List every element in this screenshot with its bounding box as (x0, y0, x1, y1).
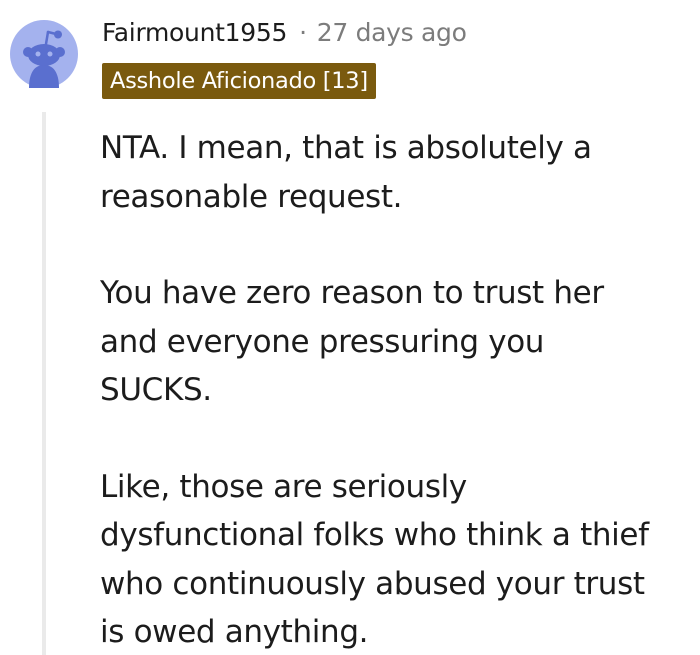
username-link[interactable]: Fairmount1955 (102, 18, 287, 47)
text-line: SUCKS. (100, 372, 212, 408)
text-line: You have zero reason to trust her (100, 275, 604, 311)
comment-paragraph: You have zero reason to trust her and ev… (100, 269, 695, 415)
text-line: Like, those are seriously (100, 468, 467, 505)
comment-meta: Fairmount1955 · 27 days ago (102, 12, 467, 52)
comment: Fairmount1955 · 27 days ago Asshole Afic… (0, 0, 700, 655)
text-line: and everyone pressuring you (100, 323, 545, 360)
comment-timestamp[interactable]: 27 days ago (317, 18, 467, 47)
meta-separator: · (299, 17, 307, 47)
text-line: who continuously abused your trust (100, 565, 645, 602)
comment-paragraph: Like, those are seriously dysfunctional … (100, 463, 695, 655)
reddit-snoo-avatar-icon (10, 20, 78, 88)
comment-body: NTA. I mean, that is absolutely a reason… (100, 124, 695, 655)
text-line: NTA. I mean, that is absolutely a (100, 130, 592, 166)
thread-collapse-line[interactable] (42, 112, 46, 655)
comment-paragraph: NTA. I mean, that is absolutely a reason… (100, 124, 695, 221)
user-flair-badge: Asshole Aficionado [13] (102, 63, 376, 99)
text-line: reasonable request. (100, 178, 403, 215)
text-line: dysfunctional folks who think a thief (100, 517, 649, 553)
text-line: is owed anything. (100, 614, 369, 650)
user-avatar[interactable] (10, 20, 78, 88)
